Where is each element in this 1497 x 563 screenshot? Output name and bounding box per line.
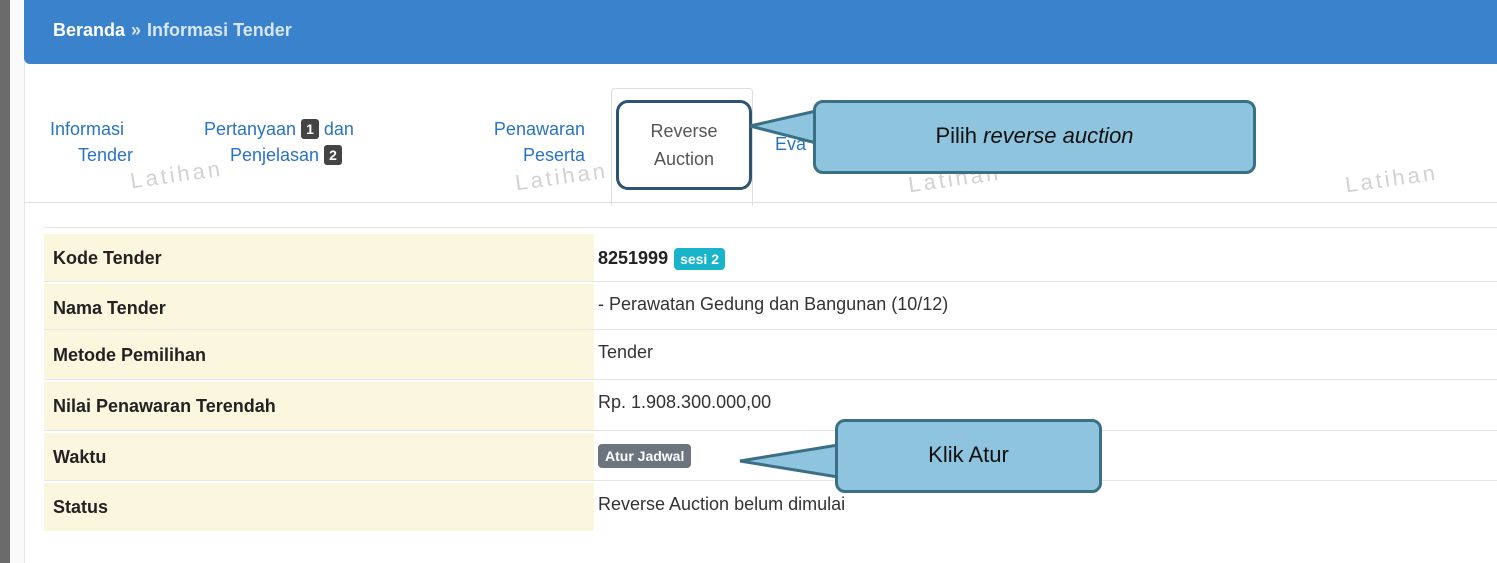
row-value-metode-pemilihan: Tender [598,342,654,362]
answer-count-badge: 2 [324,145,342,165]
row-label-nilai-penawaran: Nilai Penawaran Terendah [44,382,594,430]
callout-klik-atur: Klik Atur [835,419,1102,493]
tab-informasi-tender[interactable]: Informasi Tender [50,116,133,168]
callout-pilih-reverse-auction: Pilih reverse auction [813,100,1256,174]
tab-reverse-auction[interactable]: Reverse Auction [616,100,752,190]
row-label-status: Status [44,483,594,531]
table-border [44,227,1497,228]
breadcrumb-bar: Beranda » Informasi Tender [24,0,1497,64]
row-divider [44,379,1497,380]
tab-penawaran-peserta[interactable]: Penawaran Peserta [463,116,585,168]
callout-pointer [749,109,818,145]
sesi-badge: sesi 2 [674,248,726,270]
row-divider [44,329,1497,330]
breadcrumb-current: Informasi Tender [147,20,292,40]
row-label-nama-tender: Nama Tender [44,284,594,332]
row-divider [44,281,1497,282]
row-value-nama-tender: - Perawatan Gedung dan Bangunan (10/12) [598,294,949,314]
row-label-waktu: Waktu [44,433,594,481]
tab-underline [24,202,1497,203]
window-gutter [10,0,25,563]
question-count-badge: 1 [301,119,319,139]
breadcrumb-home[interactable]: Beranda [53,20,125,40]
row-label-metode-pemilihan: Metode Pemilihan [44,331,594,379]
tab-pertanyaan-penjelasan[interactable]: Pertanyaan 1 dan Penjelasan 2 [204,116,354,168]
row-value-kode-tender: 8251999 sesi 2 [594,234,1497,282]
row-divider [44,430,1497,431]
watermark: Latihan [1343,159,1440,198]
breadcrumb-separator: » [131,20,142,40]
row-label-kode-tender: Kode Tender [44,234,594,282]
atur-jadwal-button[interactable]: Atur Jadwal [598,444,692,468]
window-edge [0,0,10,563]
breadcrumb: Beranda » Informasi Tender [53,20,292,41]
callout-pointer [739,443,840,479]
